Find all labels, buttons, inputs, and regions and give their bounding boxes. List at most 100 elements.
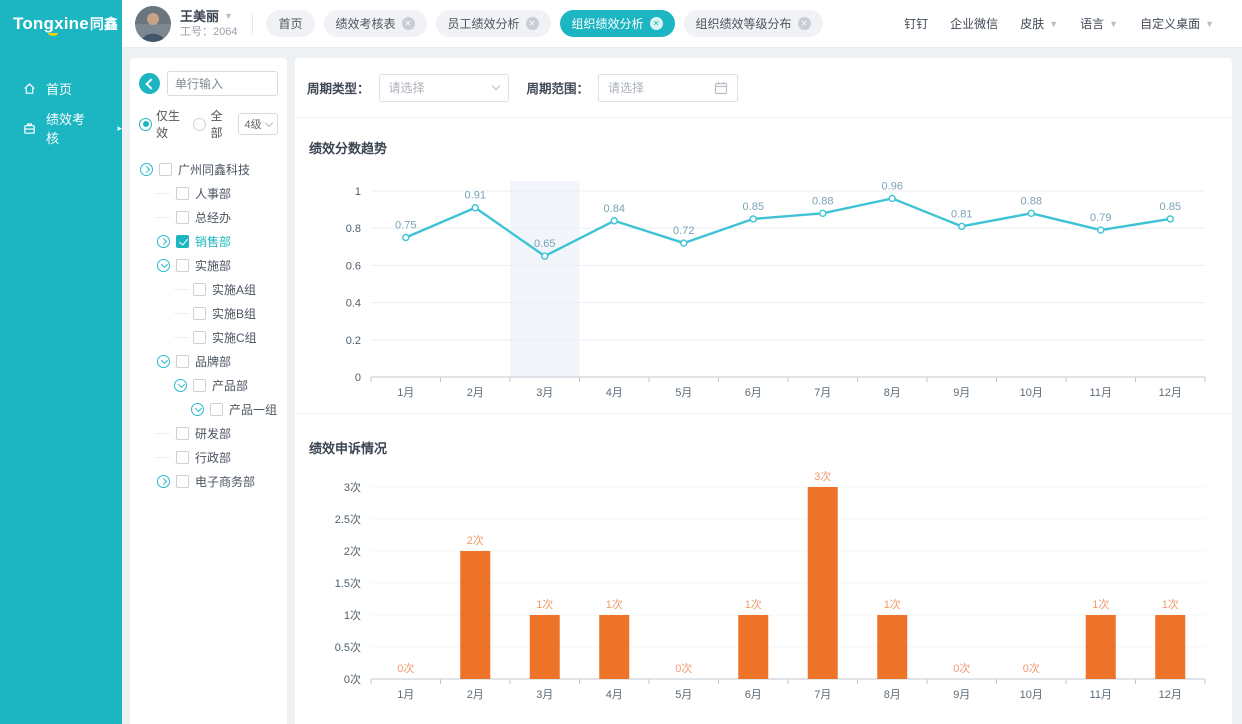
checkbox[interactable] — [159, 163, 172, 176]
y-axis-tick-label: 0 — [355, 372, 361, 384]
checkbox[interactable] — [193, 379, 206, 392]
checkbox[interactable] — [176, 475, 189, 488]
avatar[interactable] — [135, 6, 171, 42]
header-menu-item-1[interactable]: 企业微信 — [950, 15, 998, 32]
bar[interactable] — [1086, 615, 1116, 679]
tab-label: 组织绩效等级分布 — [696, 15, 792, 32]
bar[interactable] — [460, 551, 490, 679]
period-type-select[interactable]: 请选择 — [379, 74, 509, 102]
checkbox[interactable] — [176, 355, 189, 368]
radio-1[interactable] — [193, 118, 206, 131]
tab-0[interactable]: 首页 — [266, 10, 314, 37]
expand-collapse-icon[interactable] — [157, 355, 170, 368]
close-tab-icon[interactable]: ✕ — [650, 17, 663, 30]
tab-3[interactable]: 组织绩效分析✕ — [560, 10, 675, 37]
data-point[interactable] — [959, 223, 965, 229]
data-point[interactable] — [1098, 227, 1104, 233]
sidebar-item-performance[interactable]: 绩效考核 ▸ — [0, 108, 122, 148]
sidebar-item-label: 绩效考核 — [46, 109, 96, 147]
bar[interactable] — [808, 487, 838, 679]
data-point[interactable] — [1167, 216, 1173, 222]
tab-2[interactable]: 员工绩效分析✕ — [436, 10, 551, 37]
period-range-picker[interactable]: 请选择 — [598, 74, 738, 102]
checkbox[interactable] — [193, 331, 206, 344]
checkbox[interactable] — [210, 403, 223, 416]
checkbox[interactable] — [176, 427, 189, 440]
data-point[interactable] — [542, 253, 548, 259]
tree-node-10[interactable]: 产品一组 — [130, 397, 287, 421]
data-point-label: 0.75 — [395, 220, 416, 232]
close-tab-icon[interactable]: ✕ — [526, 17, 539, 30]
search-input[interactable] — [167, 71, 278, 96]
header-menu-item-4[interactable]: 自定义桌面▼ — [1140, 15, 1214, 32]
x-axis-tick-label: 12月 — [1159, 689, 1182, 701]
tab-4[interactable]: 组织绩效等级分布 ✕ — [684, 10, 823, 37]
expand-expand-icon[interactable] — [140, 163, 153, 176]
checkbox[interactable] — [176, 211, 189, 224]
tree-node-3[interactable]: 销售部 — [130, 229, 287, 253]
sidebar: Tongxine同鑫 首页 绩效考核 ▸ — [0, 0, 122, 724]
data-point[interactable] — [820, 210, 826, 216]
tree-node-0[interactable]: 广州同鑫科技 — [130, 157, 287, 181]
close-tab-icon[interactable]: ✕ — [402, 17, 415, 30]
tree-node-1[interactable]: 人事部 — [130, 181, 287, 205]
checkbox[interactable] — [176, 235, 189, 248]
collapse-panel-button[interactable] — [139, 73, 160, 94]
user-block[interactable]: 王美丽 ▼ 工号：2064 — [180, 10, 237, 38]
tab-1[interactable]: 绩效考核表✕ — [324, 10, 427, 37]
data-point[interactable] — [611, 218, 617, 224]
avatar-photo — [135, 6, 171, 42]
checkbox[interactable] — [193, 307, 206, 320]
tree-node-4[interactable]: 实施部 — [130, 253, 287, 277]
expand-collapse-icon[interactable] — [191, 403, 204, 416]
header-menu-item-3[interactable]: 语言▼ — [1080, 15, 1118, 32]
level-select[interactable]: 4级 — [238, 113, 278, 135]
app-logo[interactable]: Tongxine同鑫 — [0, 0, 122, 48]
checkbox[interactable] — [193, 283, 206, 296]
period-range-label: 周期范围： — [527, 78, 590, 97]
tree-node-9[interactable]: 产品部 — [130, 373, 287, 397]
line-chart[interactable]: 00.20.40.60.811月2月3月4月5月6月7月8月9月10月11月12… — [307, 171, 1219, 403]
expand-expand-icon[interactable] — [157, 475, 170, 488]
sidebar-item-home[interactable]: 首页 — [0, 68, 122, 108]
checkbox[interactable] — [176, 259, 189, 272]
data-point[interactable] — [681, 240, 687, 246]
x-axis-tick-label: 7月 — [814, 689, 831, 701]
expand-collapse-icon[interactable] — [174, 379, 187, 392]
data-point[interactable] — [889, 195, 895, 201]
header-menu-item-2[interactable]: 皮肤▼ — [1020, 15, 1058, 32]
bar[interactable] — [530, 615, 560, 679]
checkbox[interactable] — [176, 451, 189, 464]
x-axis-tick-label: 11月 — [1090, 387, 1112, 399]
radio-0[interactable] — [139, 118, 152, 131]
data-point[interactable] — [1028, 210, 1034, 216]
expand-expand-icon[interactable] — [157, 235, 170, 248]
data-point[interactable] — [472, 205, 478, 211]
data-point[interactable] — [403, 235, 409, 241]
tree-node-2[interactable]: 总经办 — [130, 205, 287, 229]
chevron-down-icon: ▼ — [1205, 19, 1214, 29]
tree-node-7[interactable]: 实施C组 — [130, 325, 287, 349]
employee-id-label: 工号： — [180, 26, 213, 38]
bar-chart[interactable]: 0次0.5次1次1.5次2次2.5次3次1月0次2月2次3月1次4月1次5月0次… — [307, 471, 1219, 703]
tree-node-6[interactable]: 实施B组 — [130, 301, 287, 325]
tab-bar: 首页绩效考核表✕ 员工绩效分析✕ 组织绩效分析✕ 组织绩效等级分布 ✕ — [266, 10, 822, 37]
bar[interactable] — [1155, 615, 1185, 679]
bar[interactable] — [877, 615, 907, 679]
tree-node-11[interactable]: 研发部 — [130, 421, 287, 445]
tree-node-5[interactable]: 实施A组 — [130, 277, 287, 301]
bar[interactable] — [738, 615, 768, 679]
header-menu-item-0[interactable]: 钉钉 — [904, 15, 928, 32]
bar[interactable] — [599, 615, 629, 679]
top-header: 王美丽 ▼ 工号：2064 首页绩效考核表✕ 员工绩效分析✕ 组织绩效分析✕ 组织绩效… — [122, 0, 1242, 48]
expand-collapse-icon[interactable] — [157, 259, 170, 272]
close-tab-icon[interactable]: ✕ — [798, 17, 811, 30]
checkbox[interactable] — [176, 187, 189, 200]
tree-node-12[interactable]: 行政部 — [130, 445, 287, 469]
data-point[interactable] — [750, 216, 756, 222]
header-menu-label: 钉钉 — [904, 15, 928, 32]
tree-node-13[interactable]: 电子商务部 — [130, 469, 287, 493]
data-point-label: 0.72 — [673, 225, 694, 237]
tree-node-8[interactable]: 品牌部 — [130, 349, 287, 373]
chevron-down-icon[interactable]: ▼ — [224, 12, 233, 21]
